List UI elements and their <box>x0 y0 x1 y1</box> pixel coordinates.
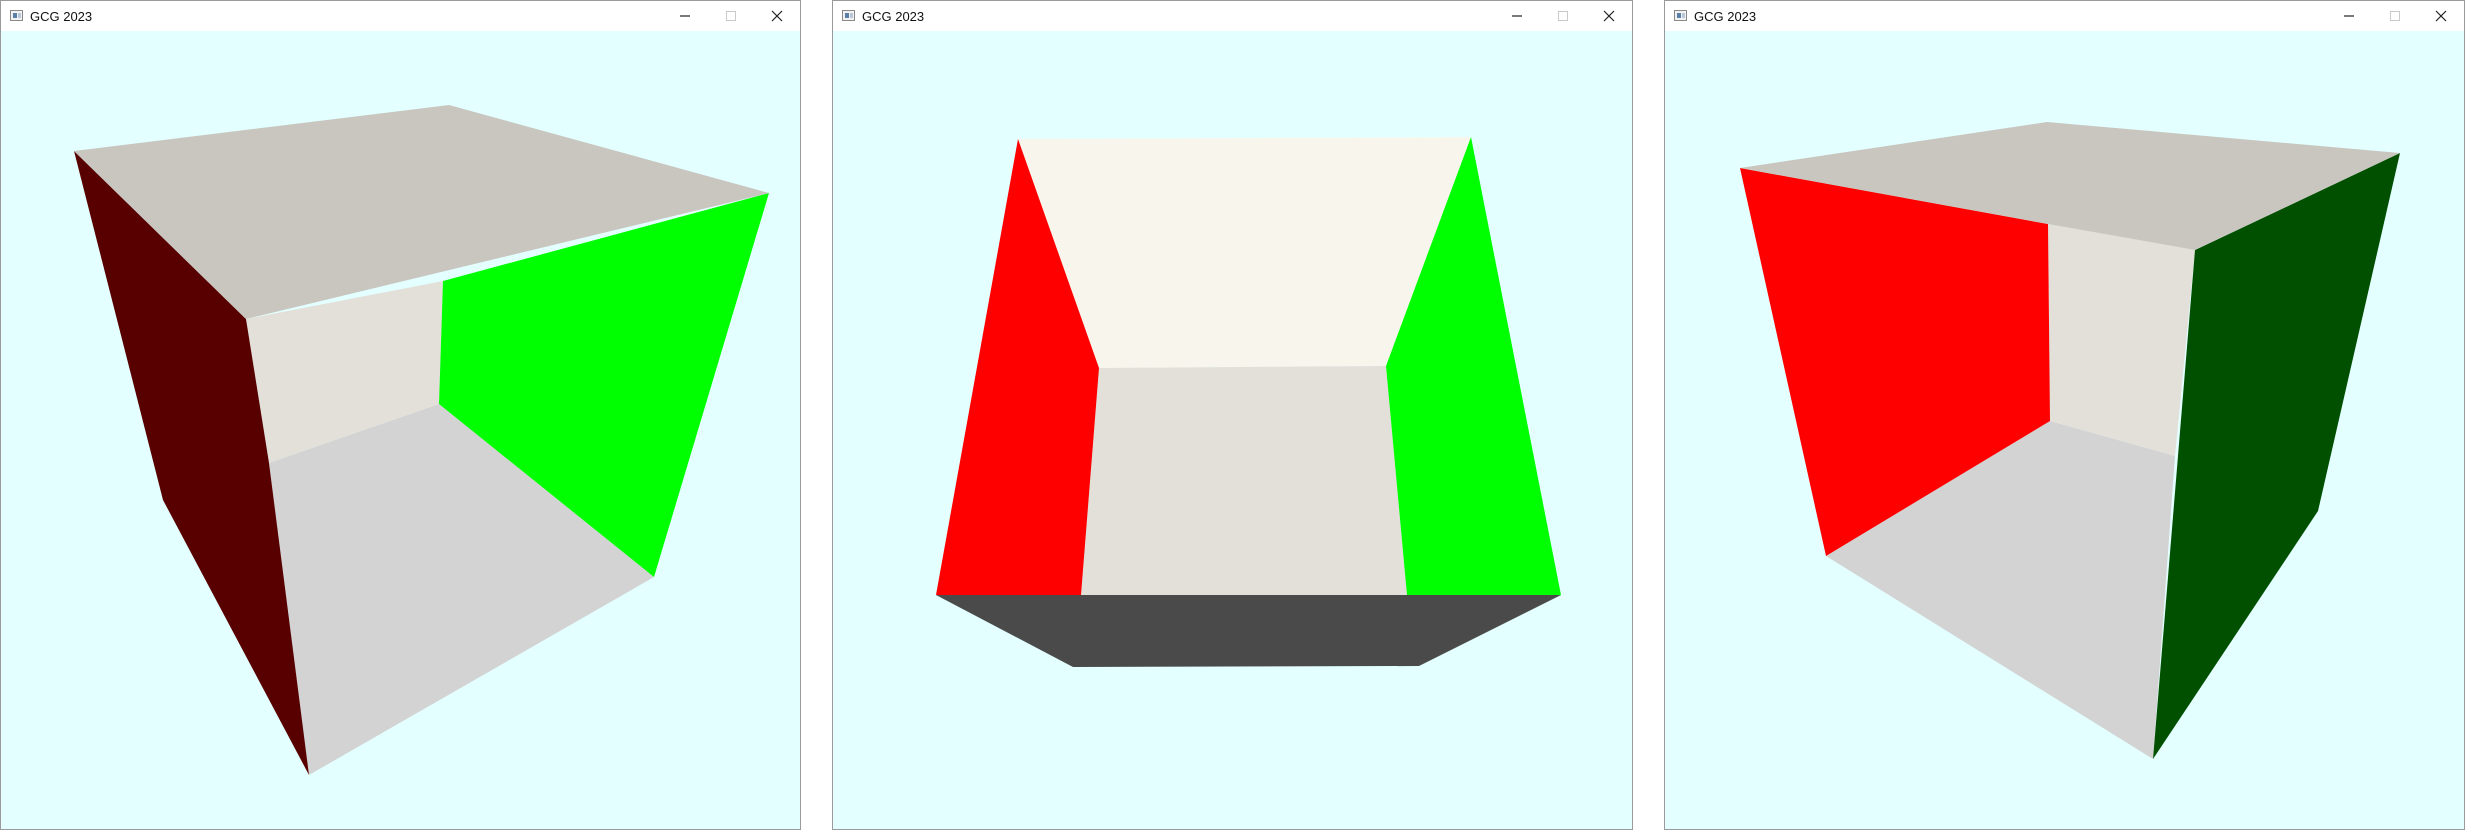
close-icon <box>1603 10 1615 22</box>
window-1[interactable]: GCG 2023 <box>0 0 801 830</box>
maximize-button[interactable] <box>2372 1 2418 31</box>
window-title: GCG 2023 <box>30 9 93 24</box>
minimize-icon <box>1512 15 1522 17</box>
maximize-icon <box>1558 11 1568 21</box>
minimize-icon <box>2344 15 2354 17</box>
maximize-icon <box>2390 11 2400 21</box>
close-button[interactable] <box>1586 1 1632 31</box>
minimize-icon <box>680 15 690 17</box>
window-3[interactable]: GCG 2023 <box>1664 0 2465 830</box>
render-viewport[interactable] <box>1665 31 2464 829</box>
maximize-icon <box>726 11 736 21</box>
cube-scene <box>1740 122 2400 759</box>
maximize-button[interactable] <box>1540 1 1586 31</box>
title-bar[interactable]: GCG 2023 <box>1 1 800 31</box>
close-icon <box>2435 10 2447 22</box>
render-viewport[interactable] <box>1 31 800 829</box>
cube-scene <box>936 137 1561 667</box>
render-viewport[interactable] <box>833 31 1632 829</box>
close-button[interactable] <box>754 1 800 31</box>
underside-face <box>936 595 1561 667</box>
back-wall-face <box>2048 224 2195 456</box>
back-wall-face <box>1081 366 1407 595</box>
close-icon <box>771 10 783 22</box>
title-bar[interactable]: GCG 2023 <box>833 1 1632 31</box>
cube-scene <box>74 105 769 775</box>
title-bar[interactable]: GCG 2023 <box>1665 1 2464 31</box>
minimize-button[interactable] <box>2326 1 2372 31</box>
maximize-button[interactable] <box>708 1 754 31</box>
window-title: GCG 2023 <box>1694 9 1757 24</box>
app-icon <box>842 10 855 21</box>
app-icon <box>1674 10 1687 21</box>
window-2[interactable]: GCG 2023 <box>832 0 1633 830</box>
close-button[interactable] <box>2418 1 2464 31</box>
minimize-button[interactable] <box>1494 1 1540 31</box>
minimize-button[interactable] <box>662 1 708 31</box>
window-title: GCG 2023 <box>862 9 925 24</box>
app-icon <box>10 10 23 21</box>
